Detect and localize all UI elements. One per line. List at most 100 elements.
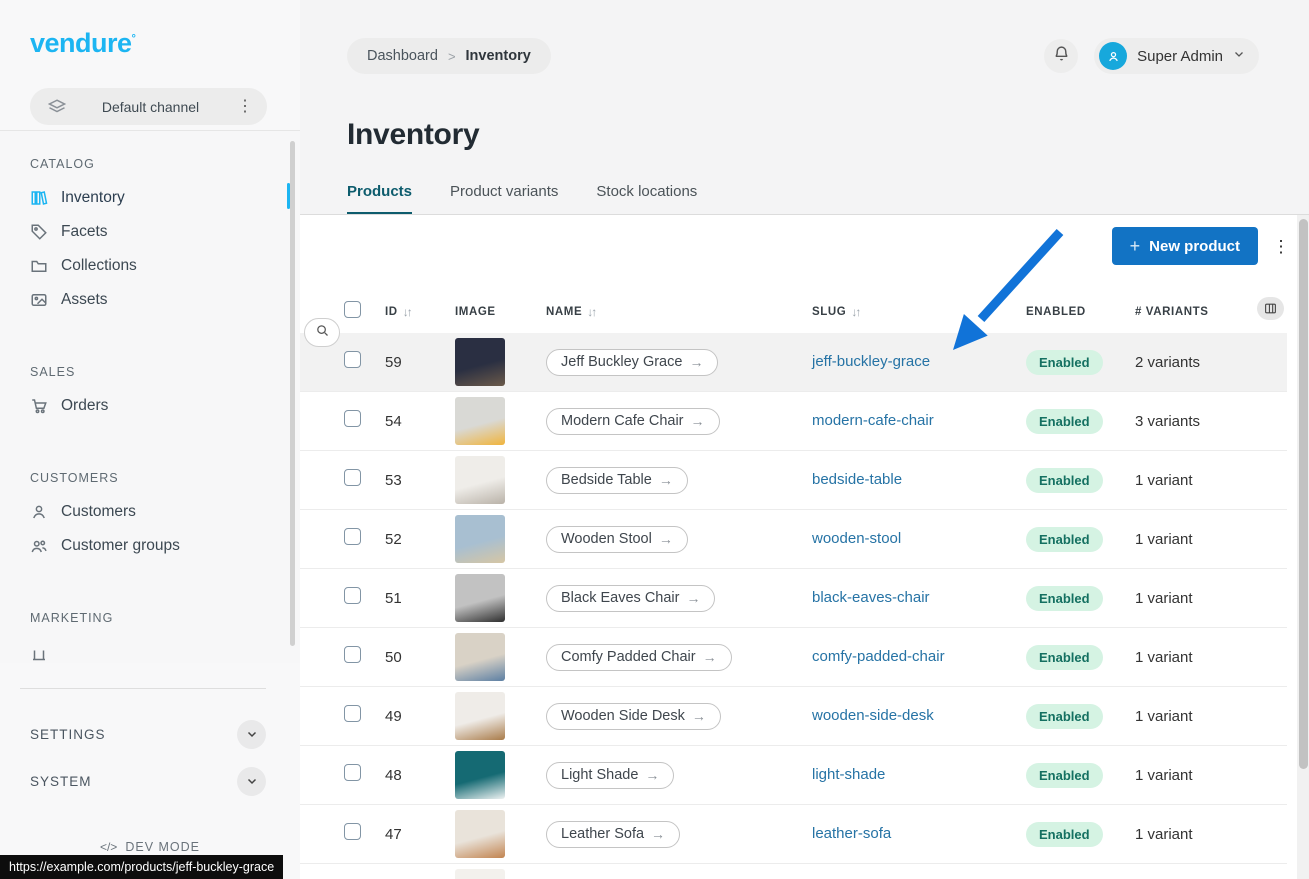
variant-count: 1 variant (1135, 708, 1287, 725)
product-name-chip[interactable]: Wooden Side Desk → (546, 703, 721, 730)
table-row: 51 Black Eaves Chair → black-eaves-chair… (300, 569, 1287, 628)
row-checkbox[interactable] (344, 823, 361, 840)
product-slug-link[interactable]: wooden-stool (812, 530, 901, 547)
toolbar-menu-icon[interactable]: ⋮ (1269, 235, 1293, 259)
sidebar-item-collections[interactable]: Collections (0, 249, 300, 283)
col-id: ID (385, 306, 398, 318)
channel-selector[interactable]: Default channel ⋮ (30, 88, 267, 125)
dev-mode-toggle[interactable]: </>DEV MODE (0, 840, 300, 854)
sidebar-item-facets[interactable]: Facets (0, 215, 300, 249)
variant-count: 1 variant (1135, 767, 1287, 784)
sidebar-item-inventory[interactable]: Inventory (0, 181, 300, 215)
scrollbar-thumb[interactable] (1299, 219, 1308, 769)
link-preview-statusbar: https://example.com/products/jeff-buckle… (0, 855, 283, 879)
product-slug-link[interactable]: black-eaves-chair (812, 589, 930, 606)
row-checkbox[interactable] (344, 705, 361, 722)
people-group-icon (30, 537, 48, 555)
status-badge: Enabled (1026, 527, 1103, 552)
variant-count: 1 variant (1135, 531, 1287, 548)
product-slug-link[interactable]: bedside-table (812, 471, 902, 488)
content-scrollbar[interactable] (1297, 215, 1309, 879)
bell-icon (1053, 45, 1070, 67)
product-name-chip[interactable]: Black Eaves Chair → (546, 585, 715, 612)
sidebar-item-orders[interactable]: Orders (0, 389, 300, 423)
tab-stock-locations[interactable]: Stock locations (596, 183, 697, 214)
cart-icon (30, 397, 48, 415)
arrow-right-icon: → (659, 531, 673, 547)
sidebar-item-clipped[interactable] (0, 635, 300, 663)
sidebar-item-customer-groups[interactable]: Customer groups (0, 529, 300, 563)
product-name: Jeff Buckley Grace (561, 354, 682, 370)
row-checkbox[interactable] (344, 410, 361, 427)
sidebar-item-customers[interactable]: Customers (0, 495, 300, 529)
product-name: Bedside Table (561, 472, 652, 488)
product-id: 54 (385, 413, 455, 430)
row-checkbox[interactable] (344, 587, 361, 604)
product-id: 53 (385, 472, 455, 489)
channel-label: Default channel (66, 99, 235, 115)
chevron-down-icon[interactable] (237, 767, 266, 796)
product-name-chip[interactable]: Light Shade → (546, 762, 674, 789)
tab-products[interactable]: Products (347, 183, 412, 214)
table-row (300, 864, 1287, 879)
product-name: Light Shade (561, 767, 638, 783)
vendure-logo: vendure° (30, 28, 135, 59)
table-row: 59 Jeff Buckley Grace → jeff-buckley-gra… (300, 333, 1287, 392)
column-settings-button[interactable] (1257, 297, 1284, 320)
system-accordion[interactable]: SYSTEM (30, 762, 266, 800)
row-checkbox[interactable] (344, 528, 361, 545)
product-name-chip[interactable]: Wooden Stool → (546, 526, 688, 553)
sort-slug-icon[interactable]: ↓↑ (851, 305, 859, 319)
product-name-chip[interactable]: Jeff Buckley Grace → (546, 349, 718, 376)
product-image (455, 338, 505, 386)
col-slug: SLUG (812, 306, 846, 318)
sort-name-icon[interactable]: ↓↑ (587, 305, 595, 319)
breadcrumb-dashboard[interactable]: Dashboard (367, 48, 438, 64)
product-name-chip[interactable]: Comfy Padded Chair → (546, 644, 732, 671)
product-slug-link[interactable]: jeff-buckley-grace (812, 353, 930, 370)
user-menu[interactable]: Super Admin (1094, 38, 1259, 74)
image-icon (30, 291, 48, 309)
section-customers: CUSTOMERS (30, 471, 270, 485)
row-checkbox[interactable] (344, 764, 361, 781)
product-slug-link[interactable]: wooden-side-desk (812, 707, 934, 724)
product-image (455, 456, 505, 504)
section-sales: SALES (30, 365, 270, 379)
product-id: 52 (385, 531, 455, 548)
chevron-down-icon[interactable] (237, 720, 266, 749)
status-badge: Enabled (1026, 645, 1103, 670)
product-name-chip[interactable]: Bedside Table → (546, 467, 688, 494)
row-checkbox[interactable] (344, 646, 361, 663)
product-slug-link[interactable]: leather-sofa (812, 825, 891, 842)
product-slug-link[interactable]: modern-cafe-chair (812, 412, 934, 429)
settings-accordion[interactable]: SETTINGS (30, 715, 266, 753)
notifications-button[interactable] (1044, 39, 1078, 73)
channel-menu-icon[interactable]: ⋮ (235, 99, 255, 115)
search-icon (315, 323, 330, 343)
row-checkbox[interactable] (344, 469, 361, 486)
product-image (455, 692, 505, 740)
new-product-button[interactable]: + New product (1112, 227, 1258, 265)
sort-id-icon[interactable]: ↓↑ (403, 305, 411, 319)
product-slug-link[interactable]: light-shade (812, 766, 885, 783)
product-id: 59 (385, 354, 455, 371)
product-name-chip[interactable]: Leather Sofa → (546, 821, 680, 848)
product-id: 49 (385, 708, 455, 725)
status-badge: Enabled (1026, 586, 1103, 611)
status-badge: Enabled (1026, 704, 1103, 729)
table-header: ID ↓↑ IMAGE NAME ↓↑ SLUG ↓↑ ENABLED # VA… (300, 290, 1287, 333)
sidebar-scrollbar-thumb[interactable] (290, 141, 295, 646)
select-all-checkbox[interactable] (344, 301, 361, 318)
table-row: 54 Modern Cafe Chair → modern-cafe-chair… (300, 392, 1287, 451)
arrow-right-icon: → (686, 590, 700, 606)
sidebar-item-assets[interactable]: Assets (0, 283, 300, 317)
product-name-chip[interactable]: Modern Cafe Chair → (546, 408, 720, 435)
chevron-down-icon (1233, 47, 1245, 65)
product-name: Wooden Stool (561, 531, 652, 547)
arrow-right-icon: → (689, 354, 703, 370)
search-button[interactable] (304, 318, 340, 347)
row-checkbox[interactable] (344, 351, 361, 368)
tab-product-variants[interactable]: Product variants (450, 183, 558, 214)
product-name: Leather Sofa (561, 826, 644, 842)
product-slug-link[interactable]: comfy-padded-chair (812, 648, 945, 665)
